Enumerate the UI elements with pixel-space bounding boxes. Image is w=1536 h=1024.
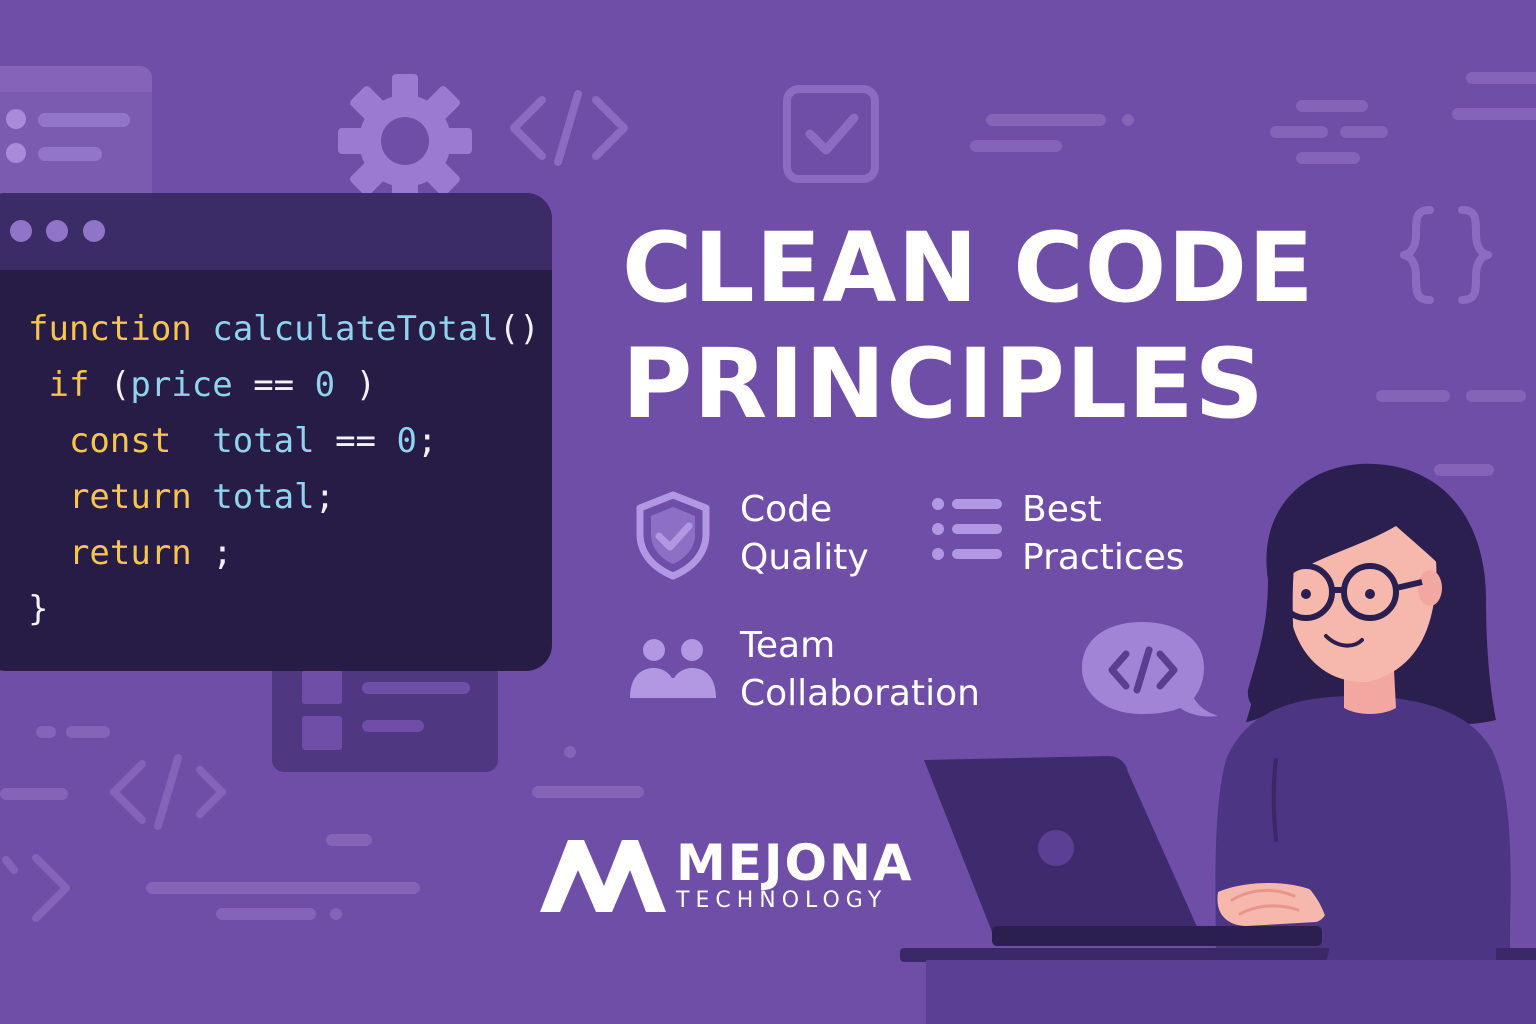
code-token: ; xyxy=(416,421,438,461)
curly-braces-icon xyxy=(1400,206,1492,304)
code-token: return xyxy=(28,533,192,573)
code-token: const xyxy=(28,421,172,461)
window-dot xyxy=(83,220,105,242)
background-window-decoration xyxy=(0,66,152,206)
code-token: ) xyxy=(335,365,377,405)
code-token: == xyxy=(232,365,315,405)
chevron-right-icon xyxy=(2,854,70,922)
code-token: function xyxy=(28,309,192,349)
code-token: ; xyxy=(314,477,336,517)
feature-label: Quality xyxy=(740,537,869,578)
title-line-1: CLEAN CODE xyxy=(622,212,1315,324)
feature-code-quality: Code Quality xyxy=(740,486,869,582)
shield-check-icon xyxy=(636,491,710,580)
code-line: } xyxy=(28,581,540,637)
code-line: if (price == 0 ) xyxy=(28,357,540,413)
code-token: == xyxy=(314,421,397,461)
code-brackets-icon xyxy=(110,754,226,830)
checkbox-icon xyxy=(783,85,879,183)
code-token: 0 xyxy=(314,365,336,405)
developer-illustration xyxy=(900,463,1536,1024)
code-token: ; xyxy=(191,533,233,573)
code-token: 0 xyxy=(396,421,417,461)
code-token: if xyxy=(28,365,90,405)
code-token: total xyxy=(171,421,315,461)
feature-label: Code xyxy=(740,489,833,530)
gear-icon xyxy=(338,74,472,208)
code-token: } xyxy=(28,589,49,629)
code-line: return ; xyxy=(28,525,540,581)
code-token: return xyxy=(28,477,192,517)
code-token: total xyxy=(191,477,315,517)
window-dot xyxy=(10,220,32,242)
mejona-logo-mark xyxy=(540,840,666,912)
code-line: const total == 0; xyxy=(28,413,540,469)
code-token: ( xyxy=(89,365,131,405)
code-token: () xyxy=(498,309,540,349)
title-line-2: PRINCIPLES xyxy=(622,328,1265,440)
code-line: function calculateTotal() xyxy=(28,301,540,357)
code-token: price xyxy=(130,365,233,405)
page-title: CLEAN CODE PRINCIPLES xyxy=(622,210,1315,442)
code-brackets-icon xyxy=(510,90,628,166)
code-snippet: function calculateTotal() if (price == 0… xyxy=(28,301,540,637)
window-titlebar xyxy=(0,193,552,270)
code-editor-window: function calculateTotal() if (price == 0… xyxy=(0,193,552,671)
logo-name: MEJONA xyxy=(676,834,914,892)
code-token: calculateTotal xyxy=(191,309,499,349)
team-icon xyxy=(630,639,716,698)
logo-subtitle: TECHNOLOGY xyxy=(676,888,888,913)
window-dot xyxy=(46,220,68,242)
code-line: return total; xyxy=(28,469,540,525)
